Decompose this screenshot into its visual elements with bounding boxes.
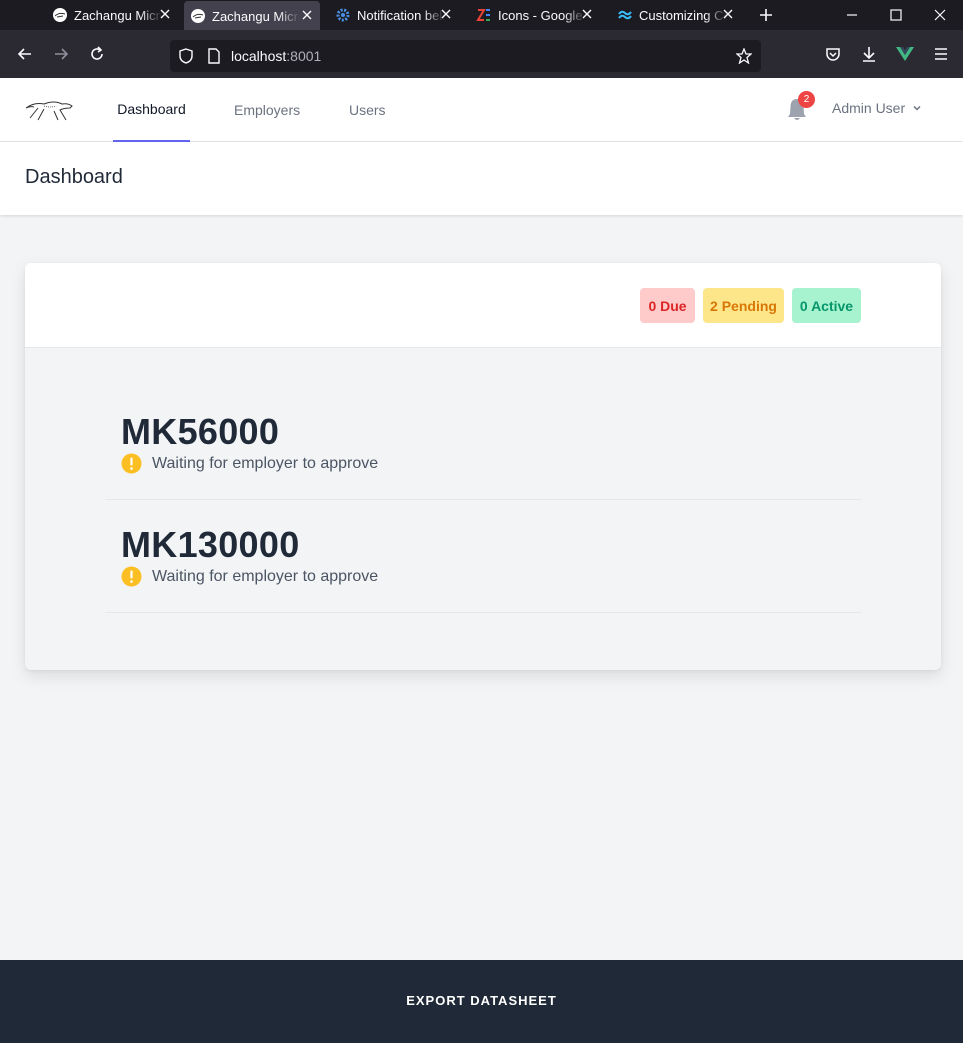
browser-tab[interactable]: Icons - Google F xyxy=(470,0,600,30)
close-icon[interactable] xyxy=(721,7,735,21)
arrow-left-icon xyxy=(17,48,31,60)
reload-button[interactable] xyxy=(85,42,109,66)
loans-card: 0 Due 2 Pending 0 Active MK56000 Waiting… xyxy=(25,263,941,670)
pocket-button[interactable] xyxy=(821,42,845,66)
close-icon[interactable] xyxy=(580,7,594,21)
close-icon[interactable] xyxy=(439,7,453,21)
page-title: Dashboard xyxy=(25,166,123,188)
page-header: Dashboard xyxy=(0,142,963,215)
url-host: localhost xyxy=(231,48,287,64)
google-fonts-favicon-icon xyxy=(476,7,492,23)
close-window-button[interactable] xyxy=(917,0,963,30)
vue-devtools-button[interactable] xyxy=(893,42,917,66)
page-icon[interactable] xyxy=(206,48,222,64)
active-count-badge[interactable]: 0 Active xyxy=(792,288,861,323)
shield-icon[interactable] xyxy=(178,48,194,64)
maximize-window-button[interactable] xyxy=(873,0,919,30)
exclamation-circle-icon xyxy=(121,453,142,474)
loan-status: Waiting for employer to approve xyxy=(121,566,378,587)
vue-logo-icon xyxy=(896,47,914,61)
browser-tab[interactable]: Zachangu Micro xyxy=(46,0,178,30)
tailwind-favicon-icon xyxy=(617,7,633,23)
tab-title: Customizing Co xyxy=(639,7,727,23)
pocket-icon xyxy=(826,48,840,61)
downloads-button[interactable] xyxy=(857,42,881,66)
url-port: :8001 xyxy=(286,48,322,64)
footer: EXPORT DATASHEET xyxy=(0,960,963,1043)
loan-amount: MK56000 xyxy=(121,411,280,452)
browser-tab-active[interactable]: Zachangu Micro xyxy=(184,1,320,31)
export-datasheet-button[interactable]: EXPORT DATASHEET xyxy=(0,993,963,1008)
loan-item[interactable]: MK56000 Waiting for employer to approve xyxy=(105,387,861,500)
user-menu[interactable]: Admin User xyxy=(832,100,923,116)
notification-count-badge: 2 xyxy=(798,91,815,108)
reload-icon xyxy=(91,46,103,60)
loan-status: Waiting for employer to approve xyxy=(121,453,378,474)
nav-link-users[interactable]: Users xyxy=(349,78,386,142)
cheetah-logo-icon[interactable] xyxy=(24,94,76,126)
browser-tab[interactable]: Customizing Co xyxy=(611,0,741,30)
loan-status-text: Waiting for employer to approve xyxy=(152,454,379,472)
hamburger-menu-icon xyxy=(935,48,947,60)
minimize-window-button[interactable] xyxy=(829,0,875,30)
gear-favicon-icon xyxy=(335,7,351,23)
download-icon xyxy=(863,47,875,62)
back-button[interactable] xyxy=(13,42,37,66)
star-bookmark-icon[interactable] xyxy=(736,48,752,64)
close-icon[interactable] xyxy=(158,7,172,21)
user-name: Admin User xyxy=(832,100,906,116)
loan-amount: MK130000 xyxy=(121,524,300,565)
browser-tab[interactable]: Notification bell xyxy=(329,0,459,30)
url-text[interactable]: localhost:8001 xyxy=(231,48,321,64)
nav-link-employers[interactable]: Employers xyxy=(234,78,300,142)
loan-status-text: Waiting for employer to approve xyxy=(152,567,379,585)
forward-button[interactable] xyxy=(49,42,73,66)
app-header: Dashboard Employers Users 2 Admin User xyxy=(0,78,963,142)
tab-title: Zachangu Micro xyxy=(212,8,300,24)
cheetah-favicon-icon xyxy=(52,7,68,23)
due-count-badge[interactable]: 0 Due xyxy=(640,288,695,323)
chevron-down-icon xyxy=(913,105,921,111)
browser-tab-bar: Zachangu Micro Zachangu Micro Notificati… xyxy=(0,0,963,31)
pending-count-badge[interactable]: 2 Pending xyxy=(703,288,784,323)
tab-title: Notification bell xyxy=(357,7,445,23)
nav-link-dashboard[interactable]: Dashboard xyxy=(113,78,190,142)
summary-bar: 0 Due 2 Pending 0 Active xyxy=(25,263,941,348)
close-icon[interactable] xyxy=(300,8,314,22)
tab-title: Zachangu Micro xyxy=(74,7,162,23)
cheetah-favicon-icon xyxy=(190,8,206,24)
loan-item[interactable]: MK130000 Waiting for employer to approve xyxy=(105,500,861,613)
url-bar[interactable]: localhost:8001 xyxy=(170,40,761,72)
arrow-right-icon xyxy=(55,48,69,60)
new-tab-plus-icon[interactable] xyxy=(756,5,776,25)
exclamation-circle-icon xyxy=(121,566,142,587)
tab-title: Icons - Google F xyxy=(498,7,586,23)
menu-button[interactable] xyxy=(929,42,953,66)
